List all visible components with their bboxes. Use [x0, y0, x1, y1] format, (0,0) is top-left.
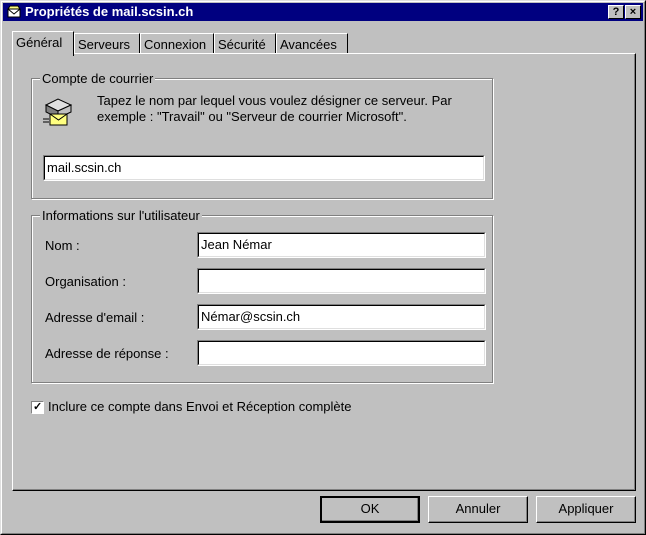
- reply-address-input[interactable]: [197, 340, 486, 366]
- window-title: Propriétés de mail.scsin.ch: [25, 4, 194, 19]
- account-groupbox: Compte de courrier Tapez le nom par lequ…: [31, 71, 493, 199]
- ok-button[interactable]: OK: [320, 496, 420, 523]
- tab-advanced[interactable]: Avancées: [276, 33, 348, 54]
- checkmark-icon: ✓: [33, 401, 43, 413]
- properties-dialog: Propriétés de mail.scsin.ch ? × Général …: [0, 0, 646, 535]
- general-tab-panel: Compte de courrier Tapez le nom par lequ…: [12, 53, 636, 491]
- user-info-legend: Informations sur l'utilisateur: [40, 208, 202, 223]
- tab-servers[interactable]: Serveurs: [74, 33, 140, 54]
- organisation-label: Organisation :: [45, 274, 126, 289]
- user-info-groupbox: Informations sur l'utilisateur Nom : Jea…: [31, 208, 493, 383]
- organisation-input[interactable]: [197, 268, 486, 294]
- tab-connection[interactable]: Connexion: [140, 33, 214, 54]
- email-label: Adresse d'email :: [45, 310, 145, 325]
- tab-general[interactable]: Général: [12, 31, 74, 56]
- reply-address-label: Adresse de réponse :: [45, 346, 169, 361]
- apply-button[interactable]: Appliquer: [536, 496, 636, 523]
- mail-app-icon: [7, 5, 21, 18]
- close-button[interactable]: ×: [625, 5, 641, 19]
- include-account-label[interactable]: Inclure ce compte dans Envoi et Réceptio…: [48, 399, 352, 414]
- account-description: Tapez le nom par lequel vous voulez dési…: [97, 93, 452, 124]
- account-group-legend: Compte de courrier: [40, 71, 156, 86]
- include-account-checkbox[interactable]: ✓: [31, 401, 44, 414]
- name-input[interactable]: Jean Némar: [197, 232, 486, 258]
- mail-server-icon: [43, 98, 73, 126]
- cancel-button[interactable]: Annuler: [428, 496, 528, 523]
- tab-security[interactable]: Sécurité: [214, 33, 276, 54]
- title-bar[interactable]: Propriétés de mail.scsin.ch ? ×: [3, 3, 643, 21]
- help-button[interactable]: ?: [608, 5, 624, 19]
- name-label: Nom :: [45, 238, 80, 253]
- account-name-input[interactable]: mail.scsin.ch: [43, 155, 485, 181]
- email-input[interactable]: Némar@scsin.ch: [197, 304, 486, 330]
